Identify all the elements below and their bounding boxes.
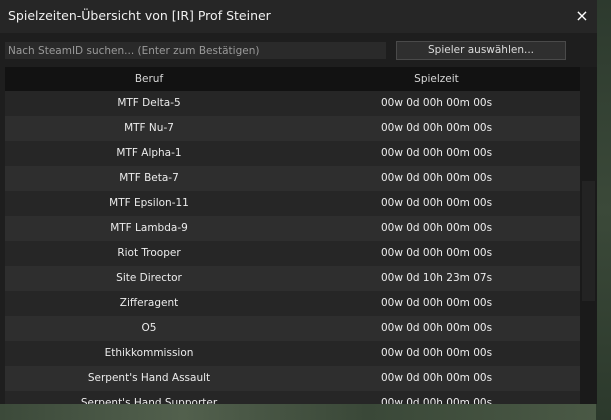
close-icon[interactable]: × (572, 6, 592, 26)
background-scene-right (596, 0, 611, 420)
table-row[interactable]: MTF Delta-5 00w 0d 00h 00m 00s (5, 91, 580, 116)
playtime-cell: 00w 0d 00h 00m 00s (380, 347, 493, 359)
table-row[interactable]: Serpent's Hand Assault 00w 0d 00h 00m 00s (5, 366, 580, 391)
table-row[interactable]: MTF Alpha-1 00w 0d 00h 00m 00s (5, 141, 580, 166)
job-cell: MTF Beta-7 (119, 172, 179, 184)
scrollbar[interactable] (580, 67, 597, 404)
window-title: Spielzeiten-Übersicht von [IR] Prof Stei… (8, 8, 271, 23)
table-body: MTF Delta-5 00w 0d 00h 00m 00s MTF Nu-7 00w… (5, 91, 580, 404)
job-cell: MTF Nu-7 (124, 122, 174, 134)
table-row[interactable]: Riot Trooper 00w 0d 00h 00m 00s (5, 241, 580, 266)
playtime-cell: 00w 0d 00h 00m 00s (380, 197, 493, 209)
job-cell: Riot Trooper (117, 247, 181, 259)
steamid-search-input[interactable] (5, 42, 386, 59)
scrollbar-thumb[interactable] (582, 181, 595, 301)
playtime-cell: 00w 0d 00h 00m 00s (380, 322, 493, 334)
background-scene-bottom (0, 404, 611, 420)
job-cell: MTF Delta-5 (117, 97, 181, 109)
playtime-cell: 00w 0d 00h 00m 00s (380, 222, 493, 234)
playtime-cell: 00w 0d 10h 23m 07s (380, 272, 493, 284)
table-row[interactable]: Ethikkommission 00w 0d 00h 00m 00s (5, 341, 580, 366)
playtime-cell: 00w 0d 00h 00m 00s (380, 397, 493, 404)
table-row[interactable]: O5 00w 0d 00h 00m 00s (5, 316, 580, 341)
table-row[interactable]: Serpent's Hand Supporter 00w 0d 00h 00m 0… (5, 391, 580, 404)
select-player-button[interactable]: Spieler auswählen... (396, 41, 566, 60)
playtime-cell: 00w 0d 00h 00m 00s (380, 122, 493, 134)
column-header-playtime[interactable]: Spielzeit (293, 67, 580, 91)
playtime-overview-window: Spielzeiten-Übersicht von [IR] Prof Stei… (0, 0, 597, 404)
table-row[interactable]: Site Director 00w 0d 10h 23m 07s (5, 266, 580, 291)
playtime-cell: 00w 0d 00h 00m 00s (380, 97, 493, 109)
playtime-cell: 00w 0d 00h 00m 00s (380, 297, 493, 309)
playtime-cell: 00w 0d 00h 00m 00s (380, 172, 493, 184)
job-cell: MTF Lambda-9 (110, 222, 188, 234)
column-header-job[interactable]: Beruf (5, 67, 293, 91)
job-cell: Serpent's Hand Supporter (80, 397, 218, 404)
playtime-cell: 00w 0d 00h 00m 00s (380, 247, 493, 259)
table-row[interactable]: Zifferagent 00w 0d 00h 00m 00s (5, 291, 580, 316)
window-titlebar: Spielzeiten-Übersicht von [IR] Prof Stei… (0, 0, 597, 33)
table-row[interactable]: MTF Nu-7 00w 0d 00h 00m 00s (5, 116, 580, 141)
job-cell: Site Director (116, 272, 182, 284)
playtime-cell: 00w 0d 00h 00m 00s (380, 147, 493, 159)
table-row[interactable]: MTF Beta-7 00w 0d 00h 00m 00s (5, 166, 580, 191)
job-cell: Zifferagent (119, 297, 179, 309)
job-cell: MTF Alpha-1 (116, 147, 182, 159)
playtime-cell: 00w 0d 00h 00m 00s (380, 372, 493, 384)
job-cell: O5 (141, 322, 157, 334)
table-row[interactable]: MTF Lambda-9 00w 0d 00h 00m 00s (5, 216, 580, 241)
playtime-table: Beruf Spielzeit MTF Delta-5 00w 0d 00h 00… (5, 67, 580, 404)
job-cell: Ethikkommission (104, 347, 194, 359)
table-row[interactable]: MTF Epsilon-11 00w 0d 00h 00m 00s (5, 191, 580, 216)
job-cell: Serpent's Hand Assault (87, 372, 211, 384)
table-header: Beruf Spielzeit (5, 67, 580, 91)
job-cell: MTF Epsilon-11 (109, 197, 189, 209)
